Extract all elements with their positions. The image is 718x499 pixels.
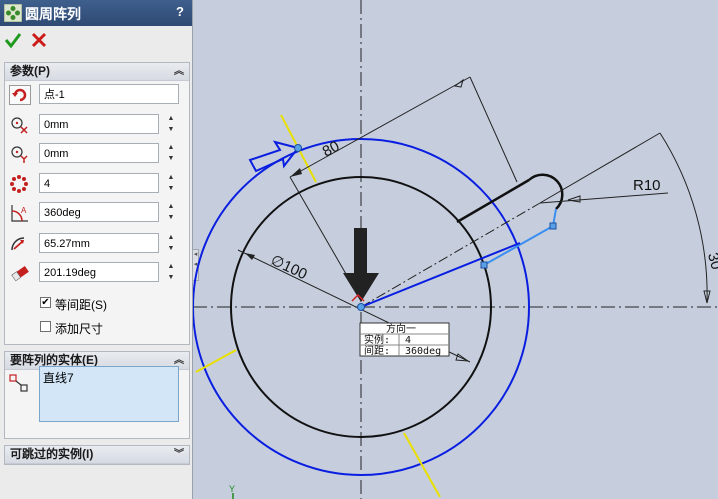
parameters-header[interactable]: 参数(P) ︽ — [5, 63, 189, 81]
equal-spacing-label: 等间距(S) — [55, 298, 107, 312]
dim-r10-label[interactable]: R10 — [633, 177, 661, 194]
instance-count-spinner[interactable]: ▲ ▼ — [165, 173, 177, 195]
add-dimension-label: 添加尺寸 — [55, 322, 104, 336]
dim-arrowhead — [455, 353, 470, 362]
slot-arc[interactable] — [528, 173, 564, 210]
entities-title: 要阵列的实体(E) — [10, 353, 98, 367]
pattern-preview-line[interactable] — [403, 432, 441, 498]
ok-button[interactable] — [5, 31, 21, 49]
panel-title: 圆周阵列 — [25, 6, 81, 22]
construction-line — [360, 202, 541, 308]
help-button[interactable]: ? — [176, 4, 184, 19]
center-y-field[interactable]: 0mm — [39, 143, 159, 163]
pattern-direction-arrow-icon[interactable] — [343, 228, 379, 302]
center-x-icon — [11, 117, 28, 134]
radius-icon — [11, 237, 25, 251]
chevron-down-icon[interactable]: ︾ — [174, 446, 184, 463]
dim-arrowhead — [290, 168, 302, 177]
callout-spacing-label: 间距: — [364, 344, 390, 357]
center-x-field[interactable]: 0mm — [39, 114, 159, 134]
dim-arrowhead — [453, 78, 464, 88]
dim-diameter-label[interactable]: ∅100 — [268, 252, 310, 284]
dim-80-line — [289, 76, 471, 178]
center-x-spinner[interactable]: ▲ ▼ — [165, 114, 177, 136]
axis-y-label: Y — [229, 484, 235, 494]
dim-80-extension — [469, 76, 518, 183]
skip-instances-title: 可跳过的实例(I) — [10, 447, 94, 461]
entities-list[interactable]: 直线7 — [39, 366, 179, 422]
radius-field[interactable]: 65.27mm — [39, 233, 159, 253]
equal-spacing-checkbox[interactable]: ✔ — [40, 297, 51, 308]
instance-count-icon — [10, 175, 28, 193]
svg-text:A: A — [21, 206, 27, 215]
reverse-direction-icon[interactable] — [9, 85, 31, 105]
callout-instances-value[interactable]: 4 — [405, 335, 411, 346]
arrow-handle[interactable] — [294, 144, 302, 152]
entities-to-pattern-icon — [9, 374, 28, 392]
angle-spinner[interactable]: ▲ ▼ — [165, 202, 177, 224]
center-point-field[interactable]: 点-1 — [39, 84, 179, 104]
property-manager-panel: 圆周阵列 ? 参数(P) ︽ 点-1 0mm ▲ ▼ 0mm ▲ ▼ 4 ▲ ▼… — [0, 0, 193, 499]
dim-30-arc — [659, 132, 708, 304]
callout-spacing-value[interactable]: 360deg — [405, 346, 441, 357]
radius-spinner[interactable]: ▲ ▼ — [165, 233, 177, 255]
arc-angle-icon — [11, 265, 29, 282]
cancel-button[interactable] — [31, 31, 47, 49]
arc-angle-field[interactable]: 201.19deg — [39, 262, 159, 282]
entities-section: 要阵列的实体(E) ︽ 直线7 — [4, 351, 190, 439]
parameters-section: 参数(P) ︽ 点-1 0mm ▲ ▼ 0mm ▲ ▼ 4 ▲ ▼ A 360d… — [4, 62, 190, 345]
axis-triad-icon: Y — [229, 484, 235, 499]
direction-arrow-icon[interactable] — [248, 140, 300, 173]
callout-title: 方向一 — [386, 322, 416, 335]
parameters-title: 参数(P) — [10, 64, 50, 78]
center-y-spinner[interactable]: ▲ ▼ — [165, 143, 177, 165]
pattern-callout[interactable]: 方向一 实例: 4 间距: 360deg — [359, 322, 450, 357]
pattern-radius-line[interactable] — [360, 242, 521, 308]
skip-instances-header[interactable]: 可跳过的实例(I) ︾ — [5, 446, 189, 464]
endpoint-handle[interactable] — [549, 222, 557, 230]
add-dimension-checkbox[interactable] — [40, 321, 51, 332]
chevron-up-icon[interactable]: ︽ — [174, 63, 184, 80]
center-y-icon — [11, 146, 28, 163]
arc-angle-spinner[interactable]: ▲ ▼ — [165, 262, 177, 284]
sketch-canvas[interactable]: 80 R10 30 ∅100 方向一 实例: 4 间距: 360deg Y — [193, 0, 718, 499]
callout-instances-label: 实例: — [364, 333, 390, 346]
dim-arrowhead — [245, 253, 255, 260]
circular-pattern-icon — [4, 4, 22, 22]
dim-r10-leader — [539, 192, 669, 204]
panel-title-bar: 圆周阵列 ? — [0, 0, 192, 26]
skip-instances-section: 可跳过的实例(I) ︾ — [4, 445, 190, 465]
angle-icon: A — [11, 205, 28, 222]
center-point-handle[interactable] — [357, 303, 365, 311]
slot-edge-selected[interactable] — [483, 225, 554, 266]
list-item[interactable]: 直线7 — [43, 369, 175, 386]
endpoint-handle[interactable] — [480, 261, 488, 269]
instance-count-field[interactable]: 4 — [39, 173, 159, 193]
angle-field[interactable]: 360deg — [39, 202, 159, 222]
